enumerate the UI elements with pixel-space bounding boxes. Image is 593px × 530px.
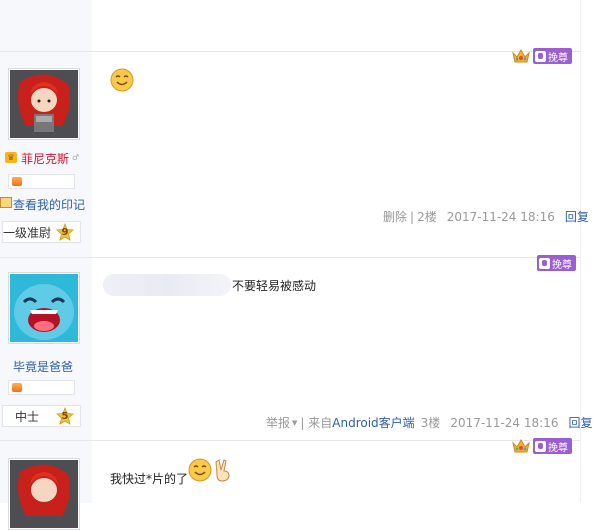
reply-button[interactable]: 回复 <box>565 208 589 225</box>
user-badges-row <box>8 380 75 395</box>
zan-label: 挽尊 <box>552 259 572 271</box>
crown-icon <box>509 436 533 456</box>
smiley-icon <box>110 68 134 95</box>
quoted-content-blurred <box>103 274 231 296</box>
level-star-icon: 5 <box>56 407 74 425</box>
floor2-actions: 删除 | 2楼 2017-11-24 18:16 回复 <box>383 208 589 225</box>
avatar[interactable] <box>8 458 80 530</box>
zan-icon <box>535 50 546 62</box>
vip-icon: ♛ <box>5 152 17 163</box>
from-label: | 来自 <box>300 416 333 430</box>
smiley-icon <box>188 458 212 485</box>
user-name-link[interactable]: 毕竟是爸爸 <box>13 358 73 375</box>
floor4-badges: 挽尊 <box>509 436 572 456</box>
book-icon <box>0 197 12 208</box>
level-name: 一级准尉 <box>3 225 52 240</box>
post-time: 2017-11-24 18:16 <box>450 415 559 430</box>
report-link[interactable]: 举报 <box>266 414 290 431</box>
avatar[interactable] <box>8 68 80 140</box>
floor-divider <box>0 440 580 441</box>
separator: | <box>410 209 415 224</box>
zan-button[interactable]: 挽尊 <box>533 438 572 454</box>
reply-button[interactable]: 回复 <box>568 414 592 431</box>
floor-divider <box>0 51 580 52</box>
badge-icon[interactable] <box>12 383 22 392</box>
zan-label: 挽尊 <box>548 52 568 64</box>
victory-hand-icon <box>213 458 233 485</box>
user-badges-row <box>8 174 75 189</box>
floor2-badges: 挽尊 <box>509 46 572 66</box>
crown-icon <box>509 46 533 66</box>
zan-icon <box>539 257 550 269</box>
gender-icon: ♂ <box>72 153 80 162</box>
post-content: 我快过*片的了 <box>110 472 189 486</box>
zan-label: 挽尊 <box>548 442 568 454</box>
level-name: 中士 <box>15 409 40 424</box>
user-name-link[interactable]: 菲尼克斯 <box>21 150 69 167</box>
level-star-icon: 9 <box>56 223 74 241</box>
floor-divider <box>0 257 580 258</box>
floor3-badges: 挽尊 <box>537 253 576 273</box>
badge-icon[interactable] <box>12 177 22 186</box>
zan-icon <box>535 440 546 452</box>
floor-number: 2楼 <box>417 210 437 224</box>
post-content: 不要轻易被感动 <box>232 279 317 293</box>
dropdown-arrow-icon[interactable]: ▼ <box>292 419 297 427</box>
zan-button[interactable]: 挽尊 <box>533 48 572 64</box>
delete-link[interactable]: 删除 <box>383 208 407 225</box>
floor-number: 3楼 <box>420 416 441 430</box>
level-number: 5 <box>61 410 69 422</box>
avatar[interactable] <box>8 272 80 344</box>
client-link[interactable]: Android客户端 <box>332 414 414 431</box>
level-number: 9 <box>61 226 69 238</box>
floor3-actions: 举报 ▼ | 来自 Android客户端 3楼 2017-11-24 18:16… <box>266 414 592 431</box>
view-mark-link[interactable]: 查看我的印记 <box>13 196 85 213</box>
zan-button[interactable]: 挽尊 <box>537 255 576 271</box>
post-time: 2017-11-24 18:16 <box>446 209 555 224</box>
